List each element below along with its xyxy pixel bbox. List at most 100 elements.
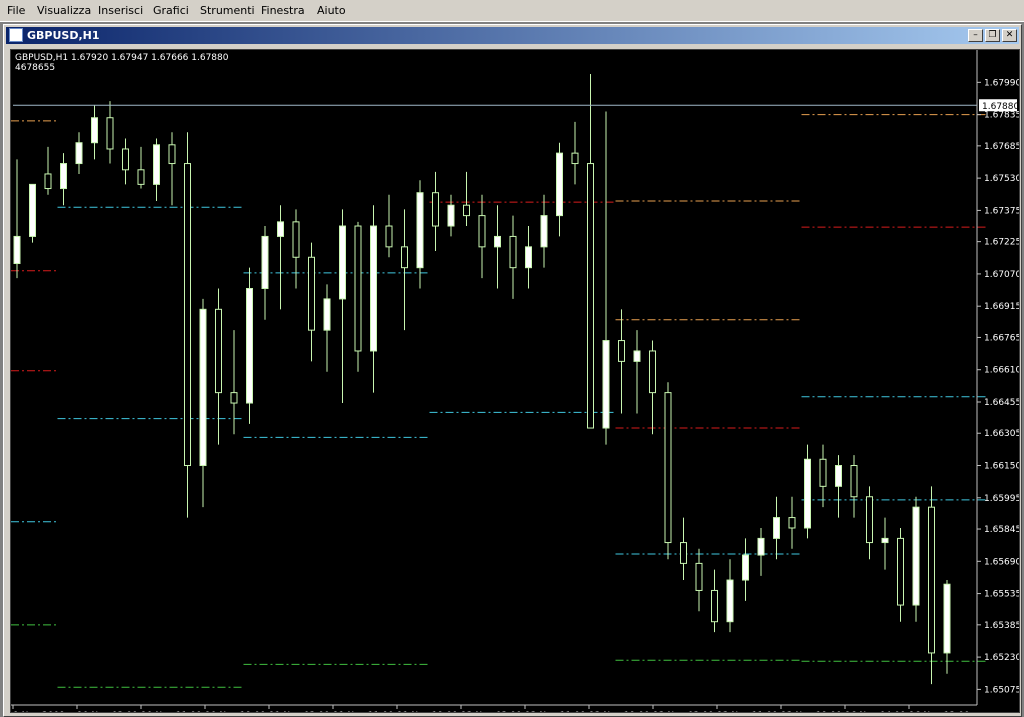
chart-area[interactable]: 1.67880 1.67990 1.67835 1.67685 1.67530 1.67… xyxy=(10,49,1021,717)
bear-candle xyxy=(106,117,114,150)
x-tick-label: 9 Nov 2009 xyxy=(13,711,65,712)
x-tick-label: 11 Nov 11:00 xyxy=(333,711,394,712)
bear-candle xyxy=(819,458,827,487)
bear-candle xyxy=(850,465,858,498)
bear-candle xyxy=(292,221,300,258)
menu-aiuto[interactable]: Aiuto xyxy=(317,4,346,17)
x-tick-label: 13 Nov 03:00 xyxy=(653,711,714,712)
y-tick-label: 1.65845 xyxy=(984,525,1019,535)
bull-candle xyxy=(60,163,67,190)
bull-candle xyxy=(633,350,641,362)
bull-candle xyxy=(556,152,563,217)
bear-candle xyxy=(571,152,579,165)
menu-finestra[interactable]: Finestra xyxy=(261,4,305,17)
x-tick-label: 11 Nov 19:00 xyxy=(397,711,458,712)
y-tick-label: 1.67990 xyxy=(984,78,1019,88)
y-tick-label: 1.67530 xyxy=(984,174,1019,184)
bear-candle xyxy=(649,350,656,394)
menu-bar: File Visualizza Inserisci Grafici Strume… xyxy=(0,0,1024,22)
bull-candle xyxy=(416,192,424,269)
y-tick-label: 1.66610 xyxy=(984,366,1019,376)
bull-candle xyxy=(153,144,160,185)
bear-candle xyxy=(664,392,672,544)
bull-candle xyxy=(804,458,811,529)
chart-window-icon xyxy=(9,28,23,42)
bear-candle xyxy=(122,148,129,171)
bear-candle xyxy=(788,517,796,529)
bear-candle xyxy=(432,192,439,227)
bull-candle xyxy=(29,183,36,237)
bull-candle xyxy=(13,235,21,265)
bull-candle xyxy=(835,465,842,487)
chart-window: GBPUSD,H1 – ❐ ✕ 1.67880 1.67990 1.67835 1.… xyxy=(3,24,1022,717)
y-tick-label: 1.67375 xyxy=(984,206,1019,216)
bear-candle xyxy=(168,144,176,165)
y-tick-label: 1.66915 xyxy=(984,302,1019,312)
window-titlebar[interactable]: GBPUSD,H1 – ❐ ✕ xyxy=(6,27,1019,44)
bull-candle xyxy=(602,340,610,429)
menu-grafici[interactable]: Grafici xyxy=(153,4,189,17)
bull-candle xyxy=(199,308,207,467)
bull-candle xyxy=(726,579,734,623)
x-tick-label: 11 Nov 03:00 xyxy=(269,711,330,712)
y-tick-label: 1.66455 xyxy=(984,398,1019,408)
bear-candle xyxy=(308,256,315,331)
bear-candle xyxy=(928,506,935,654)
chart-info-line1: GBPUSD,H1 1.67920 1.67947 1.67666 1.6788… xyxy=(15,53,229,63)
bear-candle xyxy=(478,215,486,248)
bull-candle xyxy=(277,221,284,237)
bull-candle xyxy=(261,235,269,289)
y-tick-label: 1.67685 xyxy=(984,142,1019,152)
bull-candle xyxy=(742,554,749,581)
mdi-area: GBPUSD,H1 – ❐ ✕ 1.67880 1.67990 1.67835 1.… xyxy=(0,22,1024,717)
bear-candle xyxy=(711,589,718,623)
bear-candle xyxy=(385,225,393,248)
close-button[interactable]: ✕ xyxy=(1002,29,1017,42)
candlestick-chart[interactable]: 1.67880 1.679901.678351.676851.675301.67… xyxy=(11,50,1021,717)
y-tick-label: 1.65385 xyxy=(984,621,1019,631)
bear-candle xyxy=(463,204,470,217)
y-tick-label: 1.65230 xyxy=(984,653,1019,663)
chart-info-line2: 4678655 xyxy=(15,63,55,73)
y-tick-label: 1.65995 xyxy=(984,494,1019,504)
bull-candle xyxy=(540,215,548,248)
menu-inserisci[interactable]: Inserisci xyxy=(98,4,143,17)
y-tick-label: 1.66305 xyxy=(984,429,1019,439)
menu-file[interactable]: File xyxy=(7,4,25,17)
x-tick-label: 10 Nov 03:00 xyxy=(77,711,138,712)
bull-candle xyxy=(494,235,501,248)
x-tick-label: 13 Nov 19:00 xyxy=(781,711,842,712)
bear-candle xyxy=(354,225,362,352)
bear-candle xyxy=(230,392,238,404)
bull-candle xyxy=(447,204,455,227)
bull-candle xyxy=(323,298,331,331)
bull-candle xyxy=(370,225,377,352)
y-tick-label: 1.65535 xyxy=(984,590,1019,600)
bear-candle xyxy=(695,562,703,591)
menu-strumenti[interactable]: Strumenti xyxy=(200,4,255,17)
bear-candle xyxy=(137,169,145,185)
y-tick-label: 1.66150 xyxy=(984,462,1019,472)
bull-candle xyxy=(525,246,532,269)
y-tick-label: 1.65075 xyxy=(984,685,1019,695)
y-tick-label: 1.66765 xyxy=(984,333,1019,343)
x-tick-label: 13 Nov 11:00 xyxy=(717,711,778,712)
bear-candle xyxy=(44,173,52,190)
bull-candle xyxy=(757,537,765,556)
minimize-button[interactable]: – xyxy=(968,29,983,42)
bull-candle xyxy=(773,517,780,539)
bear-candle xyxy=(680,542,687,564)
bull-candle xyxy=(881,537,889,544)
bull-candle xyxy=(91,117,98,144)
x-tick-label: 12 Nov 19:00 xyxy=(589,711,650,712)
bear-candle xyxy=(587,163,594,429)
bear-candle xyxy=(184,163,191,467)
restore-button[interactable]: ❐ xyxy=(985,29,1000,42)
bear-candle xyxy=(509,235,517,269)
bull-candle xyxy=(912,506,920,606)
menu-visualizza[interactable]: Visualizza xyxy=(37,4,91,17)
x-tick-label: 10 Nov 19:00 xyxy=(205,711,266,712)
bear-candle xyxy=(215,308,222,394)
y-tick-label: 1.67835 xyxy=(984,111,1019,121)
x-tick-label: 16 Nov 12:00 xyxy=(909,711,970,712)
